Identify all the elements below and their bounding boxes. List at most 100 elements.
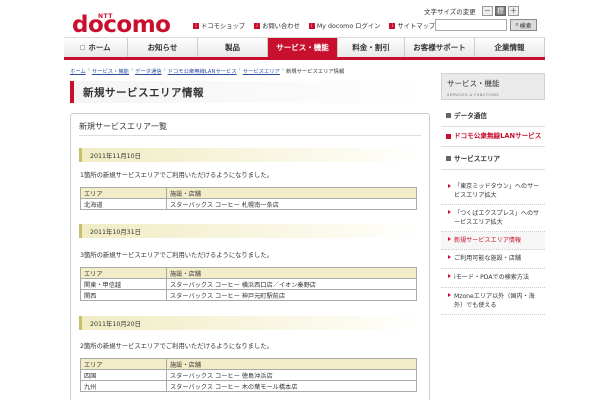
date-heading: 2011年10月31日 xyxy=(79,224,421,238)
table-header-row: エリア 施設・店舗 xyxy=(80,267,417,279)
home-icon xyxy=(80,45,86,50)
font-size-control: 文字サイズの変更 － 標 ＋ xyxy=(424,6,519,16)
area-cell: 四国 xyxy=(80,369,167,381)
breadcrumb-link[interactable]: データ通信 xyxy=(135,67,162,75)
sidebar-item-outside-mzone[interactable]: Mzoneエリア以外（国内・海外）でも使える xyxy=(441,288,545,315)
facility-cell: スターバックス コーヒー 神戸元町駅前店 xyxy=(166,289,417,301)
breadcrumb-separator: › xyxy=(281,67,284,73)
nav-pricing[interactable]: 料金・割引 xyxy=(338,38,405,57)
section-title: 新規サービスエリア一覧 xyxy=(79,122,167,131)
link-label: My docomo ログイン xyxy=(316,23,381,30)
table-header-row: エリア 施設・店舗 xyxy=(80,187,417,199)
area-table: エリア 施設・店舗 北海道 スターバックス コーヒー 札幌南一条店 xyxy=(80,187,417,210)
nav-label: お知らせ xyxy=(147,43,178,52)
sidebar-item-tokyo-midtown[interactable]: 「東京ミッドタウン」へのサービスエリア拡大 xyxy=(441,179,545,205)
nav-label: サービス・機能 xyxy=(276,43,329,52)
breadcrumb-separator: › xyxy=(130,67,134,73)
breadcrumb-current: 新規サービスエリア情報 xyxy=(285,69,345,75)
font-smaller-button[interactable]: － xyxy=(481,6,493,16)
col-facility-header: 施設・店舗 xyxy=(166,267,417,279)
table-row: 関東・甲信越 スターバックス コーヒー 横浜西口店／イオン秦野店 xyxy=(80,278,417,290)
facility-cell: スターバックス コーヒー 木の葉モール橋本店 xyxy=(166,380,417,392)
search-input[interactable] xyxy=(435,19,507,31)
breadcrumb-separator: › xyxy=(238,67,241,73)
col-facility-header: 施設・店舗 xyxy=(166,187,417,199)
nav-services[interactable]: サービス・機能 xyxy=(268,38,338,57)
area-cell: 関西 xyxy=(80,289,167,301)
font-standard-button[interactable]: 標 xyxy=(494,6,506,16)
page-title-box: 新規サービスエリア情報 xyxy=(70,81,422,103)
nav-corporate[interactable]: 企業情報 xyxy=(475,38,545,57)
table-header-row: エリア 施設・店舗 xyxy=(80,358,417,370)
service-area-panel: 新規サービスエリア一覧 2011年11月10日 1箇所の新規サービスエリアでご利… xyxy=(70,113,430,400)
site-search: ⌕ 検索 xyxy=(435,19,537,31)
breadcrumb-link[interactable]: サービスエリア xyxy=(243,67,280,75)
group-description: 2箇所の新規サービスエリアでご利用いただけるようになりました。 xyxy=(80,343,273,350)
link-my-docomo-login[interactable]: i My docomo ログイン xyxy=(308,21,381,30)
table-row: 九州 スターバックス コーヒー 木の葉モール橋本店 xyxy=(80,380,417,392)
link-label: お問い合わせ xyxy=(262,23,300,30)
facility-cell: スターバックス コーヒー 横浜西口店／イオン秦野店 xyxy=(166,278,417,290)
area-cell: 関東・甲信越 xyxy=(80,278,167,290)
link-contact[interactable]: i お問い合わせ xyxy=(254,21,300,30)
area-cell: 北海道 xyxy=(80,198,167,210)
sidebar: サービス・機能 SERVICES & FUNCTIONS データ通信 ドコモ公衆… xyxy=(441,73,545,315)
nav-support[interactable]: お客様サポート xyxy=(405,38,475,57)
sidebar-cat-service-area[interactable]: サービスエリア xyxy=(441,147,545,170)
facility-cell: スターバックス コーヒー 徳島沖浜店 xyxy=(166,369,417,381)
area-table: エリア 施設・店舗 四国 スターバックス コーヒー 徳島沖浜店 九州 スターバックス … xyxy=(80,358,417,392)
col-area-header: エリア xyxy=(80,187,167,199)
sidebar-item-tsukuba-express[interactable]: 「つくばエクスプレス」へのサービスエリア拡大 xyxy=(441,205,545,232)
breadcrumb-link[interactable]: サービス・機能 xyxy=(92,67,129,75)
global-nav: ホーム お知らせ 製品 サービス・機能 料金・割引 お客様サポート 企業情報 xyxy=(64,37,545,60)
group-description: 3箇所の新規サービスエリアでご利用いただけるようになりました。 xyxy=(80,252,273,259)
sidebar-cat-public-wlan[interactable]: ドコモ公衆無線LANサービス xyxy=(441,127,545,147)
nav-label: 製品 xyxy=(225,43,240,52)
breadcrumb-link[interactable]: ホーム xyxy=(70,67,86,75)
table-row: 関西 スターバックス コーヒー 神戸元町駅前店 xyxy=(80,289,417,301)
search-button[interactable]: ⌕ 検索 xyxy=(510,19,537,31)
date-heading: 2011年11月10日 xyxy=(79,148,421,162)
nav-products[interactable]: 製品 xyxy=(198,38,268,57)
utility-links: i ドコモショップ i お問い合わせ i My docomo ログイン i サイトマップ xyxy=(193,21,444,30)
nav-home[interactable]: ホーム xyxy=(64,38,128,57)
sidebar-item-imode-pda-search[interactable]: iモード・PDAでの検索方法 xyxy=(441,269,545,288)
link-label: サイトマップ xyxy=(397,23,436,30)
search-button-label: 検索 xyxy=(519,22,532,30)
sidebar-title: サービス・機能 xyxy=(447,79,500,88)
page-title: 新規サービスエリア情報 xyxy=(83,86,204,99)
sidebar-item-available-venues[interactable]: ご利用可能な施設・店舗 xyxy=(441,250,545,269)
breadcrumb: ホーム › サービス・機能 › データ通信 › ドコモ公衆無線LANサービス › サービ… xyxy=(70,67,344,75)
font-larger-button[interactable]: ＋ xyxy=(507,6,519,16)
col-area-header: エリア xyxy=(80,358,167,370)
col-area-header: エリア xyxy=(80,267,167,279)
link-square-icon: i xyxy=(308,22,315,29)
breadcrumb-separator: › xyxy=(163,67,166,73)
breadcrumb-link[interactable]: ドコモ公衆無線LANサービス xyxy=(168,67,237,75)
area-table: エリア 施設・店舗 関東・甲信越 スターバックス コーヒー 横浜西口店／イオン秦野店… xyxy=(80,267,417,301)
link-square-icon: i xyxy=(389,22,396,29)
col-facility-header: 施設・店舗 xyxy=(166,358,417,370)
search-icon: ⌕ xyxy=(515,21,519,28)
font-size-label: 文字サイズの変更 xyxy=(424,8,476,16)
sidebar-subtitle: SERVICES & FUNCTIONS xyxy=(447,92,499,97)
docomo-logo[interactable]: docomo xyxy=(72,12,171,38)
nav-label: ホーム xyxy=(88,43,111,52)
table-row: 北海道 スターバックス コーヒー 札幌南一条店 xyxy=(80,198,417,210)
sidebar-item-new-areas[interactable]: 新規サービスエリア情報 xyxy=(441,232,545,250)
nav-label: お客様サポート xyxy=(413,43,466,52)
group-description: 1箇所の新規サービスエリアでご利用いただけるようになりました。 xyxy=(80,172,273,179)
section-divider xyxy=(79,135,421,136)
link-label: ドコモショップ xyxy=(201,23,246,30)
nav-label: 企業情報 xyxy=(494,43,525,52)
facility-cell: スターバックス コーヒー 札幌南一条店 xyxy=(166,198,417,210)
link-square-icon: i xyxy=(193,22,199,29)
area-cell: 九州 xyxy=(80,380,167,392)
nav-label: 料金・割引 xyxy=(352,43,390,52)
sidebar-cat-data-comm[interactable]: データ通信 xyxy=(441,104,545,127)
table-row: 四国 スターバックス コーヒー 徳島沖浜店 xyxy=(80,369,417,381)
nav-news[interactable]: お知らせ xyxy=(128,38,198,57)
link-docomo-shop[interactable]: i ドコモショップ xyxy=(193,21,245,30)
link-sitemap[interactable]: i サイトマップ xyxy=(389,21,435,30)
breadcrumb-separator: › xyxy=(87,67,90,73)
